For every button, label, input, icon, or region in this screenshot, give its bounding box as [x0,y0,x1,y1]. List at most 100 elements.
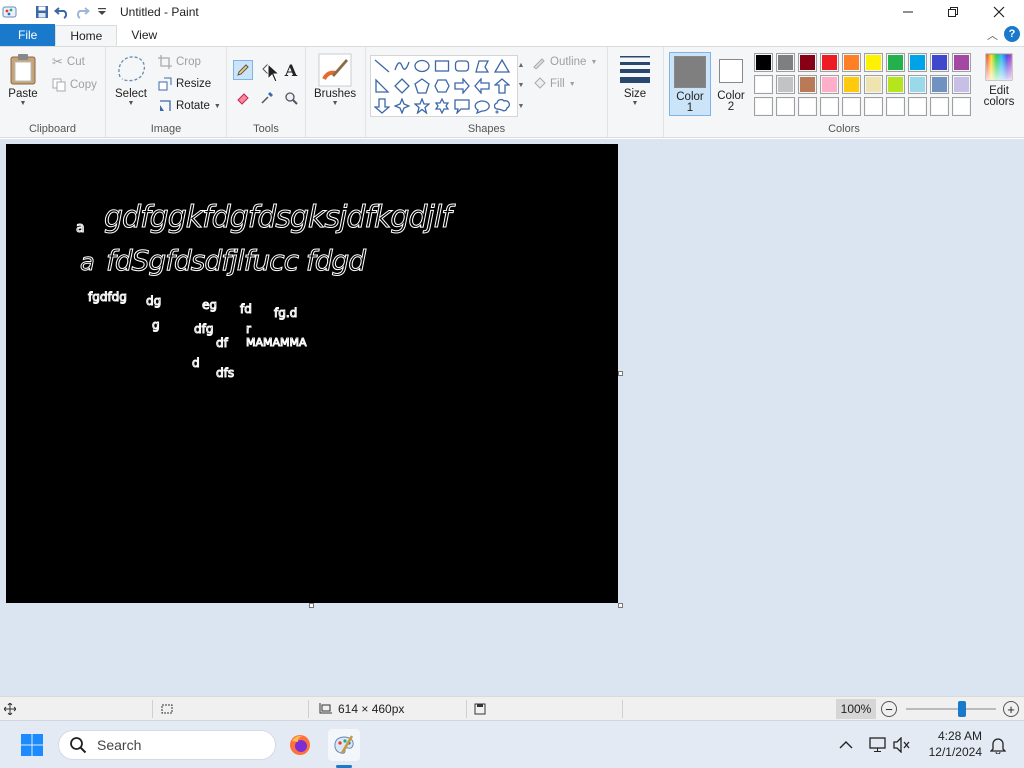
palette-swatch[interactable] [886,53,905,72]
paint-taskbar-button[interactable] [328,729,360,761]
maximize-button[interactable] [930,0,976,24]
taskbar-clock[interactable]: 4:28 AM 12/1/2024 [929,728,982,760]
tab-file[interactable]: File [0,24,56,46]
shape-hexagon[interactable] [433,77,451,95]
minimize-button[interactable] [885,0,931,24]
magnifier-tool[interactable] [281,88,301,108]
brushes-button[interactable]: Brushes ▼ [314,53,356,107]
quick-access-dropdown-icon[interactable] [92,2,112,22]
select-button[interactable]: Select ▼ [114,53,148,107]
palette-swatch[interactable] [754,75,773,94]
palette-swatch[interactable] [776,75,795,94]
resize-handle-right[interactable] [618,371,623,376]
undo-icon[interactable] [52,2,72,22]
paste-button[interactable]: Paste ▼ [8,53,38,107]
shape-cloud-callout[interactable] [493,97,511,115]
taskbar-search[interactable]: Search [58,730,276,760]
shape-curve[interactable] [393,57,411,75]
scroll-down-icon[interactable]: ▼ [518,82,525,89]
zoom-out-button[interactable]: − [881,701,897,717]
palette-swatch[interactable] [798,75,817,94]
rotate-button[interactable]: Rotate ▼ [158,97,221,115]
shape-six-point-star[interactable] [433,97,451,115]
notifications-button[interactable] [982,729,1014,761]
zoom-level[interactable]: 100% [836,699,876,719]
paint-app-icon[interactable] [0,2,20,22]
help-button[interactable]: ? [1004,26,1020,42]
firefox-taskbar-button[interactable] [284,729,316,761]
palette-swatch[interactable] [930,97,949,116]
palette-swatch[interactable] [798,53,817,72]
shape-up-arrow[interactable] [493,77,511,95]
shapes-scroll[interactable]: ▲ ▼ ▼ [516,55,526,117]
palette-swatch[interactable] [952,75,971,94]
palette-swatch[interactable] [908,75,927,94]
palette-swatch[interactable] [842,53,861,72]
tab-home[interactable]: Home [55,25,118,46]
palette-swatch[interactable] [754,53,773,72]
palette-swatch[interactable] [930,75,949,94]
volume-button[interactable] [886,729,918,761]
shape-left-arrow[interactable] [473,77,491,95]
resize-handle-corner[interactable] [618,603,623,608]
drawing-canvas[interactable]: a gdfggkfdgfdsgksjdfkgdjlf a fdSgfdsdfjl… [6,144,618,603]
save-icon[interactable] [32,2,52,22]
shape-triangle[interactable] [493,57,511,75]
scroll-up-icon[interactable]: ▲ [518,62,525,69]
expand-gallery-icon[interactable]: ▼ [518,103,525,110]
resize-handle-bottom[interactable] [309,603,314,608]
palette-swatch[interactable] [864,97,883,116]
palette-swatch[interactable] [842,75,861,94]
zoom-slider-thumb[interactable] [957,701,966,717]
crop-button[interactable]: Crop [158,53,201,71]
outline-button[interactable]: Outline ▼ [532,53,597,71]
size-button[interactable]: Size ▼ [618,53,652,107]
shape-pentagon[interactable] [413,77,431,95]
palette-swatch[interactable] [754,97,773,116]
zoom-in-button[interactable]: + [1003,701,1019,717]
show-hidden-icons-button[interactable] [830,729,862,761]
copy-button[interactable]: Copy [52,76,97,94]
pencil-tool[interactable] [233,60,253,80]
shape-oval[interactable] [413,57,431,75]
fill-button[interactable]: Fill ▼ [532,75,576,93]
zoom-slider[interactable] [906,708,996,710]
shape-right-triangle[interactable] [373,77,391,95]
palette-swatch[interactable] [820,53,839,72]
palette-swatch[interactable] [952,97,971,116]
shape-down-arrow[interactable] [373,97,391,115]
tab-view[interactable]: View [117,24,171,46]
palette-swatch[interactable] [798,97,817,116]
shape-five-point-star[interactable] [413,97,431,115]
resize-button[interactable]: Resize [158,75,211,93]
palette-swatch[interactable] [820,75,839,94]
text-tool[interactable]: A [281,60,301,80]
shape-right-arrow[interactable] [453,77,471,95]
redo-icon[interactable] [72,2,92,22]
shape-polygon[interactable] [473,57,491,75]
shape-four-point-star[interactable] [393,97,411,115]
palette-swatch[interactable] [930,53,949,72]
eraser-tool[interactable] [233,88,253,108]
shape-oval-callout[interactable] [473,97,491,115]
shape-rectangle[interactable] [433,57,451,75]
palette-swatch[interactable] [908,97,927,116]
start-button[interactable] [16,729,48,761]
collapse-ribbon-icon[interactable]: ︿ [987,27,998,43]
close-button[interactable] [976,0,1022,24]
palette-swatch[interactable] [842,97,861,116]
palette-swatch[interactable] [776,53,795,72]
shape-line[interactable] [373,57,391,75]
shape-diamond[interactable] [393,77,411,95]
shape-rectangular-callout[interactable] [453,97,471,115]
color2-button[interactable]: Color 2 [713,52,749,116]
palette-swatch[interactable] [886,97,905,116]
cut-button[interactable]: ✂ Cut [52,53,85,71]
palette-swatch[interactable] [952,53,971,72]
shape-rounded-rectangle[interactable] [453,57,471,75]
palette-swatch[interactable] [864,75,883,94]
palette-swatch[interactable] [908,53,927,72]
color-picker-tool[interactable] [257,88,277,108]
palette-swatch[interactable] [886,75,905,94]
edit-colors-button[interactable]: Edit colors [976,53,1022,117]
